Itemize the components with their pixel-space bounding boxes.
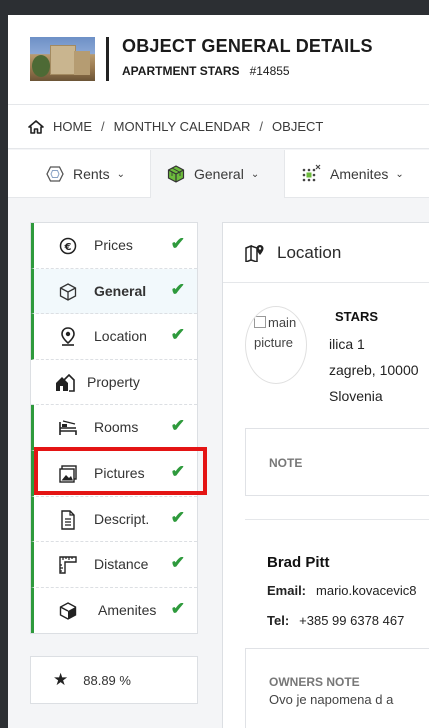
cube-icon: [58, 282, 78, 302]
breadcrumb-home[interactable]: HOME: [53, 119, 92, 134]
section-divider: [245, 519, 429, 520]
note-box: NOTE: [245, 428, 429, 496]
owners-note-label: OWNERS NOTE: [269, 675, 360, 689]
check-icon: ✔: [170, 279, 185, 299]
tab-label: Amenites: [330, 166, 389, 182]
completion-score-value: 88.89 %: [83, 672, 131, 688]
page-header: OBJECT GENERAL DETAILS APARTMENT STARS #1…: [8, 15, 429, 105]
home-icon[interactable]: [28, 119, 44, 134]
tab-rents[interactable]: Rents ⌄: [46, 150, 125, 198]
tab-amenites[interactable]: Amenites ⌄: [301, 150, 404, 198]
sidebar-item-property[interactable]: Property: [31, 360, 197, 406]
sidebar-item-label: Rooms: [94, 419, 139, 436]
houses-icon: [55, 373, 75, 393]
page-title: OBJECT GENERAL DETAILS: [122, 36, 373, 56]
owners-note-text: Ovo je napomena d a: [269, 692, 394, 707]
sidebar-item-label: Descript.: [94, 510, 150, 527]
sidebar-item-label: Pictures: [94, 465, 145, 481]
note-label: NOTE: [269, 456, 303, 470]
window-top-strip: [0, 0, 429, 15]
chevron-down-icon: ⌄: [250, 168, 260, 180]
owner-tel-row: Tel: +385 99 6378 467: [267, 613, 404, 628]
grid-dots-icon: [302, 164, 321, 182]
owner-email[interactable]: mario.kovacevic8: [316, 583, 416, 598]
panel-title: Location: [277, 242, 342, 262]
main-picture[interactable]: main picture: [245, 306, 307, 384]
breadcrumb-separator: /: [101, 119, 105, 134]
breadcrumb-separator: /: [259, 119, 264, 134]
breadcrumb-monthly-calendar[interactable]: MONTHLY CALENDAR: [114, 119, 251, 134]
check-icon: ✔: [170, 462, 185, 481]
bed-icon: [58, 418, 78, 438]
object-id: #14855: [249, 64, 290, 78]
cube-icon: [167, 165, 185, 183]
email-label: Email:: [267, 583, 307, 598]
check-icon: ✔: [170, 598, 185, 618]
object-thumbnail: [30, 37, 95, 81]
location-panel: Location main picture STARS ilica 1 zagr…: [222, 222, 429, 728]
city-line: zagreb, 10000: [329, 362, 419, 378]
hexagon-icon: [46, 166, 64, 182]
tel-label: Tel:: [267, 613, 290, 628]
tab-label: General: [194, 166, 244, 182]
section-sidebar: € Prices ✔ General ✔ Location ✔ Property: [30, 222, 198, 634]
check-icon: ✔: [170, 416, 185, 436]
sidebar-item-label: Property: [87, 373, 140, 390]
top-tabs: Rents ⌄ General ⌄ Amenites ⌄: [8, 150, 429, 198]
sidebar-item-prices[interactable]: € Prices ✔: [31, 223, 197, 269]
property-name: STARS: [335, 309, 379, 324]
owner-name: Brad Pitt: [267, 554, 330, 571]
box-icon: [58, 601, 78, 621]
app-container: OBJECT GENERAL DETAILS APARTMENT STARS #1…: [8, 15, 429, 728]
euro-icon: €: [58, 236, 78, 256]
object-subtitle: APARTMENT STARS #14855: [122, 64, 290, 78]
sidebar-item-label: General: [94, 282, 147, 299]
country-line: Slovenia: [329, 388, 383, 404]
ruler-icon: [58, 555, 78, 575]
chevron-down-icon: ⌄: [116, 168, 125, 180]
tab-general[interactable]: General ⌄: [150, 150, 285, 198]
check-icon: ✔: [170, 325, 185, 345]
map-marker-icon: [245, 244, 264, 262]
sidebar-item-general[interactable]: General ✔: [31, 268, 197, 315]
document-icon: [58, 509, 78, 530]
object-name: APARTMENT STARS: [122, 64, 240, 78]
sidebar-item-label: Prices: [94, 237, 133, 253]
owner-email-row: Email: mario.kovacevic8: [267, 583, 416, 598]
breadcrumb: HOME / MONTHLY CALENDAR / OBJECT: [8, 105, 429, 149]
check-icon: ✔: [170, 507, 185, 527]
chevron-down-icon: ⌄: [395, 168, 404, 180]
breadcrumb-object[interactable]: OBJECT: [272, 119, 323, 134]
check-icon: ✔: [170, 553, 185, 573]
completion-score: ★ 88.89 %: [30, 656, 198, 704]
sidebar-item-label: Amenites: [98, 601, 157, 618]
svg-text:€: €: [64, 242, 72, 253]
star-icon: ★: [53, 670, 69, 689]
sidebar-item-pictures[interactable]: Pictures ✔: [31, 451, 197, 497]
check-icon: ✔: [170, 234, 185, 253]
broken-image-icon: [254, 316, 266, 328]
tab-label: Rents: [73, 166, 110, 182]
header-divider: [106, 37, 109, 81]
image-icon: [58, 464, 78, 484]
sidebar-item-location[interactable]: Location ✔: [31, 314, 197, 360]
sidebar-item-amenites[interactable]: Amenites ✔: [31, 587, 197, 634]
sidebar-item-label: Distance: [94, 556, 149, 573]
owners-note-box: OWNERS NOTE Ovo je napomena d a: [245, 648, 429, 728]
map-pin-icon: [58, 327, 78, 347]
sidebar-item-label: Location: [94, 328, 147, 345]
panel-header: Location: [223, 223, 429, 283]
sidebar-item-description[interactable]: Descript. ✔: [31, 496, 197, 543]
address-line: ilica 1: [329, 336, 365, 352]
owner-tel[interactable]: +385 99 6378 467: [299, 613, 404, 628]
sidebar-item-distance[interactable]: Distance ✔: [31, 542, 197, 588]
sidebar-item-rooms[interactable]: Rooms ✔: [31, 405, 197, 451]
